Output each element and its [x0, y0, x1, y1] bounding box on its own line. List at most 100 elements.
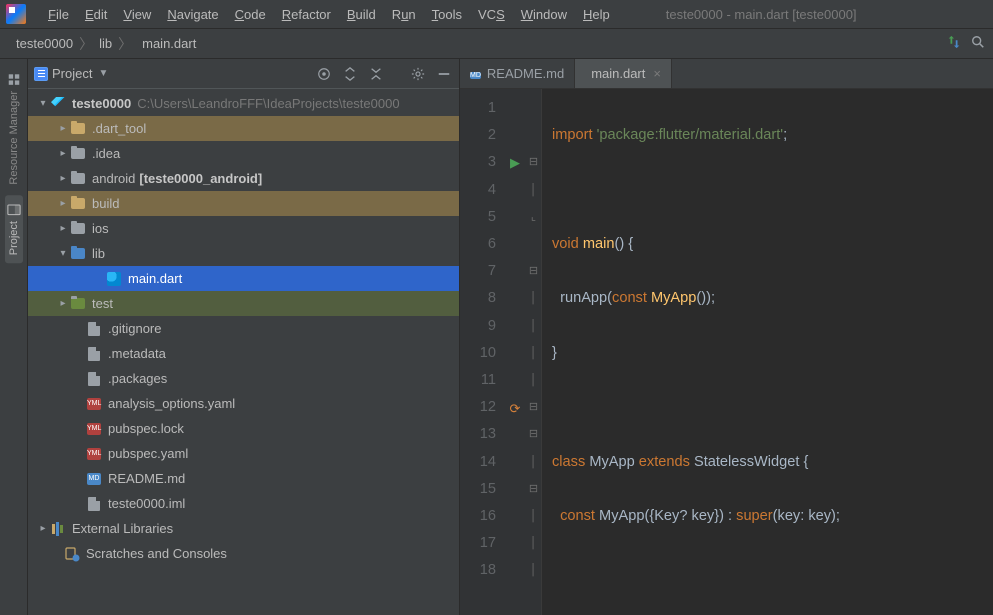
crumb-file[interactable]: main.dart — [142, 36, 196, 51]
tree-readme[interactable]: ▸MD README.md — [28, 466, 459, 491]
crumb-root[interactable]: teste0000 — [16, 36, 73, 51]
tree-external-libraries[interactable]: ▸ External Libraries — [28, 516, 459, 541]
dart-file-icon — [106, 271, 122, 287]
tree-analysis-yaml[interactable]: ▸YML analysis_options.yaml — [28, 391, 459, 416]
tree-label-suffix: [teste0000_android] — [139, 171, 262, 186]
menu-file[interactable]: File — [40, 7, 77, 22]
libraries-icon — [50, 521, 66, 537]
expand-arrow-icon[interactable]: ▸ — [56, 198, 70, 209]
editor-tabs: MD README.md main.dart × — [460, 59, 993, 89]
chevron-down-icon: ▼ — [98, 68, 108, 79]
menu-window[interactable]: Window — [513, 7, 575, 22]
project-tree[interactable]: ▾ teste0000 C:\Users\LeandroFFF\IdeaProj… — [28, 89, 459, 615]
expand-arrow-icon[interactable]: ▾ — [56, 248, 70, 259]
yaml-file-icon: YML — [86, 396, 102, 412]
settings-icon[interactable] — [409, 65, 427, 83]
crumb-sep-icon: 〉 — [118, 34, 132, 54]
tree-idea[interactable]: ▸ .idea — [28, 141, 459, 166]
crumb-folder[interactable]: lib — [99, 36, 112, 51]
file-icon — [86, 371, 102, 387]
menu-build[interactable]: Build — [339, 7, 384, 22]
expand-arrow-icon[interactable]: ▸ — [56, 148, 70, 159]
nav-bar: teste0000 〉 lib 〉 main.dart — [0, 29, 993, 59]
tree-pubspec-lock[interactable]: ▸YML pubspec.lock — [28, 416, 459, 441]
search-icon[interactable] — [971, 35, 985, 52]
md-file-icon: MD — [86, 471, 102, 487]
code-editor[interactable]: 123456789101112131415161718 ▶ ⟳ ⊟│⌞ ⊟│││… — [460, 89, 993, 615]
expand-arrow-icon[interactable]: ▸ — [56, 298, 70, 309]
project-panel-header: Project ▼ — [28, 59, 459, 89]
yaml-file-icon: YML — [86, 421, 102, 437]
expand-arrow-icon[interactable]: ▾ — [36, 98, 50, 109]
tree-root[interactable]: ▾ teste0000 C:\Users\LeandroFFF\IdeaProj… — [28, 91, 459, 116]
updates-icon[interactable] — [947, 35, 961, 52]
expand-arrow-icon[interactable]: ▸ — [56, 173, 70, 184]
menu-bar: File Edit View Navigate Code Refactor Bu… — [0, 0, 993, 29]
tree-lib[interactable]: ▾ lib — [28, 241, 459, 266]
folder-icon — [70, 221, 86, 237]
tree-pubspec-yaml[interactable]: ▸YML pubspec.yaml — [28, 441, 459, 466]
expand-arrow-icon[interactable]: ▸ — [36, 523, 50, 534]
menu-run[interactable]: Run — [384, 7, 424, 22]
expand-arrow-icon[interactable]: ▸ — [56, 223, 70, 234]
code-content[interactable]: import 'package:flutter/material.dart'; … — [542, 89, 993, 615]
tree-label: README.md — [108, 471, 185, 486]
project-view-selector[interactable]: Project ▼ — [34, 66, 108, 81]
tab-main-dart[interactable]: main.dart × — [575, 59, 672, 88]
menu-code[interactable]: Code — [227, 7, 274, 22]
folder-icon — [70, 121, 86, 137]
tab-label: README.md — [487, 66, 564, 81]
tree-label: .packages — [108, 371, 167, 386]
tree-label: Scratches and Consoles — [86, 546, 227, 561]
tree-label: External Libraries — [72, 521, 173, 536]
tree-scratches[interactable]: ▸ Scratches and Consoles — [28, 541, 459, 566]
file-icon — [86, 496, 102, 512]
folder-icon — [70, 246, 86, 262]
crumb-sep-icon: 〉 — [79, 34, 93, 54]
override-gutter-icon[interactable]: ⟳ — [510, 401, 521, 416]
tree-test[interactable]: ▸ test — [28, 291, 459, 316]
tree-iml[interactable]: ▸ teste0000.iml — [28, 491, 459, 516]
tool-project[interactable]: Project — [5, 195, 23, 263]
file-icon — [86, 346, 102, 362]
tab-readme[interactable]: MD README.md — [460, 59, 575, 88]
tree-label: pubspec.yaml — [108, 446, 188, 461]
tree-packages[interactable]: ▸ .packages — [28, 366, 459, 391]
select-opened-file-icon[interactable] — [315, 65, 333, 83]
run-gutter: ▶ ⟳ — [504, 89, 526, 615]
expand-arrow-icon[interactable]: ▸ — [56, 123, 70, 134]
tool-resource-manager[interactable]: Resource Manager — [7, 63, 21, 195]
md-file-icon: MD — [470, 65, 481, 82]
window-title: teste0000 - main.dart [teste0000] — [666, 7, 857, 22]
tree-ios[interactable]: ▸ ios — [28, 216, 459, 241]
tree-main-dart[interactable]: ▸ main.dart — [28, 266, 459, 291]
menu-refactor[interactable]: Refactor — [274, 7, 339, 22]
close-icon[interactable]: × — [653, 66, 661, 81]
hide-panel-icon[interactable] — [435, 65, 453, 83]
folder-icon — [70, 171, 86, 187]
tree-metadata[interactable]: ▸ .metadata — [28, 341, 459, 366]
yaml-file-icon: YML — [86, 446, 102, 462]
tree-label: test — [92, 296, 113, 311]
menu-navigate[interactable]: Navigate — [159, 7, 226, 22]
expand-all-icon[interactable] — [341, 65, 359, 83]
menu-edit[interactable]: Edit — [77, 7, 115, 22]
tree-build[interactable]: ▸ build — [28, 191, 459, 216]
collapse-all-icon[interactable] — [367, 65, 385, 83]
menu-vcs[interactable]: VCS — [470, 7, 513, 22]
app-logo-icon — [6, 4, 26, 24]
tree-android[interactable]: ▸ android [teste0000_android] — [28, 166, 459, 191]
project-view-icon — [34, 67, 48, 81]
menu-view[interactable]: View — [115, 7, 159, 22]
folder-icon — [70, 196, 86, 212]
tree-label: pubspec.lock — [108, 421, 184, 436]
tool-strip-left: Resource Manager Project — [0, 59, 28, 615]
tree-label: .idea — [92, 146, 120, 161]
tree-label: .gitignore — [108, 321, 161, 336]
menu-tools[interactable]: Tools — [424, 7, 470, 22]
menu-help[interactable]: Help — [575, 7, 618, 22]
folder-icon — [70, 296, 86, 312]
tree-dart-tool[interactable]: ▸ .dart_tool — [28, 116, 459, 141]
run-gutter-icon[interactable]: ▶ — [510, 155, 520, 170]
tree-gitignore[interactable]: ▸ .gitignore — [28, 316, 459, 341]
